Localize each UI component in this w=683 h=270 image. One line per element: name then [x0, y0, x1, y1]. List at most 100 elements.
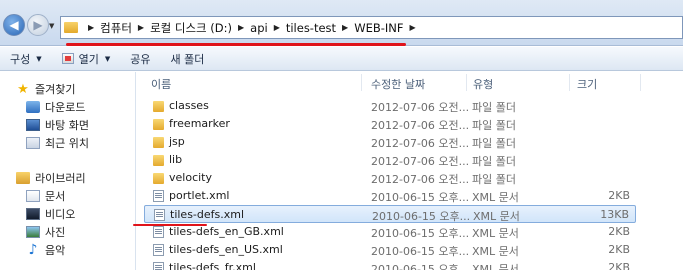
file-name: tiles-defs_fr.xml [169, 261, 256, 270]
file-type: XML 문서 [473, 210, 520, 223]
sidebar-item-pictures[interactable]: 사진 [26, 223, 65, 241]
breadcrumb-chevron-icon[interactable]: ▶ [88, 23, 94, 32]
file-date: 2012-07-06 오전... [371, 119, 470, 132]
list-item[interactable]: tiles-defs_en_US.xml 2010-06-15 오후... XM… [144, 241, 636, 259]
file-date: 2010-06-15 오후... [372, 210, 471, 223]
folder-icon [153, 119, 164, 130]
open-button[interactable]: 열기 ▼ [52, 47, 121, 71]
sidebar-item-music[interactable]: ♪ 음악 [26, 241, 66, 259]
breadcrumb-local-disk[interactable]: 로컬 디스크 (D:) [150, 20, 232, 36]
list-item[interactable]: classes 2012-07-06 오전... 파일 폴더 [144, 97, 636, 115]
caret-down-icon: ▼ [104, 54, 111, 63]
breadcrumb-web-inf[interactable]: WEB-INF [354, 21, 403, 35]
file-size: 2KB [608, 225, 630, 238]
file-size: 2KB [608, 189, 630, 202]
recent-pages-dropdown-icon[interactable]: ▼ [49, 22, 54, 30]
column-divider[interactable] [640, 74, 641, 91]
download-icon [26, 101, 40, 113]
list-item-selected[interactable]: tiles-defs.xml 2010-06-15 오후... XML 문서 1… [144, 205, 636, 223]
recent-places-icon [26, 137, 40, 149]
address-bar[interactable]: ▶ 컴퓨터 ▶ 로컬 디스크 (D:) ▶ api ▶ tiles-test ▶… [60, 16, 683, 39]
open-label: 열기 [78, 52, 99, 66]
sidebar-item-label: 최근 위치 [45, 137, 89, 150]
red-underline-annotation [133, 224, 207, 226]
xml-file-icon [153, 190, 164, 202]
file-type: XML 문서 [472, 191, 519, 204]
file-date: 2012-07-06 오전... [371, 173, 470, 186]
file-type: 파일 폴더 [472, 119, 516, 132]
breadcrumb-tiles-test[interactable]: tiles-test [286, 21, 336, 35]
arrow-left-icon: ◀ [9, 18, 19, 32]
folder-icon [153, 137, 164, 148]
file-name: tiles-defs_en_GB.xml [169, 225, 284, 238]
list-item[interactable]: lib 2012-07-06 오전... 파일 폴더 [144, 151, 636, 169]
list-item[interactable]: freemarker 2012-07-06 오전... 파일 폴더 [144, 115, 636, 133]
breadcrumb-api[interactable]: api [250, 21, 268, 35]
list-item[interactable]: portlet.xml 2010-06-15 오후... XML 문서 2KB [144, 187, 636, 205]
column-header-name[interactable]: 이름 [151, 76, 171, 92]
column-divider[interactable] [569, 74, 570, 91]
column-header-date[interactable]: 수정한 날짜 [371, 76, 425, 92]
file-date: 2012-07-06 오전... [371, 101, 470, 114]
organize-label: 구성 [10, 52, 31, 66]
file-name: classes [169, 99, 209, 112]
breadcrumb-chevron-icon[interactable]: ▶ [238, 23, 244, 32]
sidebar-item-downloads[interactable]: 다운로드 [26, 98, 85, 116]
file-date: 2010-06-15 오후... [371, 191, 470, 204]
sidebar-item-label: 라이브러리 [35, 172, 86, 185]
sidebar-item-label: 즐겨찾기 [35, 83, 76, 96]
arrow-right-icon: ▶ [33, 18, 43, 32]
back-button[interactable]: ◀ [3, 14, 25, 36]
file-name: velocity [169, 171, 212, 184]
breadcrumb-chevron-icon[interactable]: ▶ [274, 23, 280, 32]
column-divider[interactable] [466, 74, 467, 91]
file-type: XML 문서 [472, 227, 519, 240]
sidebar-item-label: 음악 [45, 244, 66, 257]
sidebar-item-favorites[interactable]: ★ 즐겨찾기 [16, 80, 75, 98]
pane-splitter[interactable] [135, 72, 136, 270]
open-with-icon [61, 53, 74, 64]
file-type: XML 문서 [472, 245, 519, 258]
list-item[interactable]: tiles-defs_fr.xml 2010-06-15 오후... XML 문… [144, 259, 636, 270]
breadcrumb-chevron-icon[interactable]: ▶ [138, 23, 144, 32]
list-item[interactable]: tiles-defs_en_GB.xml 2010-06-15 오후... XM… [144, 223, 636, 241]
list-item[interactable]: velocity 2012-07-06 오전... 파일 폴더 [144, 169, 636, 187]
column-header-size[interactable]: 크기 [577, 76, 597, 92]
list-item[interactable]: jsp 2012-07-06 오전... 파일 폴더 [144, 133, 636, 151]
new-folder-button[interactable]: 새 폴더 [161, 47, 215, 71]
desktop-icon [26, 119, 40, 131]
xml-file-icon [153, 262, 164, 270]
column-header-type[interactable]: 유형 [473, 76, 493, 92]
sidebar-item-desktop[interactable]: 바탕 화면 [26, 116, 89, 134]
address-bar-area: ◀ ▶ ▼ ▶ 컴퓨터 ▶ 로컬 디스크 (D:) ▶ api ▶ tiles-… [0, 0, 683, 46]
file-size: 13KB [600, 208, 629, 221]
file-name: lib [169, 153, 183, 166]
sidebar-item-recent-places[interactable]: 최근 위치 [26, 134, 89, 152]
new-folder-label: 새 폴더 [170, 52, 205, 66]
sidebar-item-documents[interactable]: 문서 [26, 187, 65, 205]
share-button[interactable]: 공유 [120, 47, 160, 71]
breadcrumb-chevron-icon[interactable]: ▶ [342, 23, 348, 32]
organize-button[interactable]: 구성 ▼ [0, 47, 52, 71]
file-name: freemarker [169, 117, 230, 130]
forward-button[interactable]: ▶ [27, 14, 49, 36]
documents-icon [26, 190, 40, 202]
breadcrumb-computer[interactable]: 컴퓨터 [100, 20, 132, 36]
file-date: 2010-06-15 오후... [371, 263, 470, 270]
column-divider[interactable] [361, 74, 362, 91]
folder-icon [64, 22, 78, 33]
file-date: 2010-06-15 오후... [371, 245, 470, 258]
file-date: 2010-06-15 오후... [371, 227, 470, 240]
libraries-icon [16, 172, 30, 184]
file-name: tiles-defs_en_US.xml [169, 243, 283, 256]
sidebar-item-videos[interactable]: 비디오 [26, 205, 75, 223]
file-date: 2012-07-06 오전... [371, 137, 470, 150]
sidebar-item-libraries[interactable]: 라이브러리 [16, 169, 86, 187]
star-icon: ★ [17, 81, 29, 97]
videos-icon [26, 208, 40, 220]
sidebar-item-label: 비디오 [45, 208, 76, 221]
sidebar-item-label: 다운로드 [45, 101, 86, 114]
breadcrumb-chevron-icon[interactable]: ▶ [410, 23, 416, 32]
file-type: XML 문서 [472, 263, 519, 270]
navigation-pane: ★ 즐겨찾기 다운로드 바탕 화면 최근 위치 라이브러리 문서 비디오 사진 … [0, 72, 135, 270]
